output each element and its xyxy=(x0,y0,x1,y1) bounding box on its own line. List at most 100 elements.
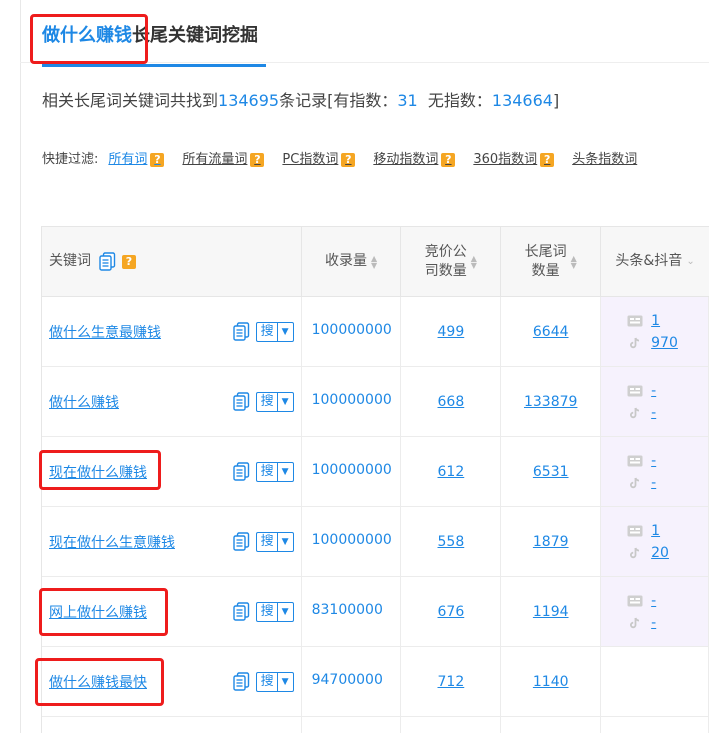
header-longtail-count[interactable]: 长尾词 数量 ▲ ▼ xyxy=(501,227,602,296)
filter-pc-index-words[interactable]: PC指数词? xyxy=(282,150,356,170)
keyword-cell: 现在做什么赚钱 搜 ▼ xyxy=(42,437,302,506)
longtail-count-link[interactable]: 1194 xyxy=(533,604,569,620)
bid-count-link[interactable]: 668 xyxy=(438,394,465,410)
indexed-count: 100000000 xyxy=(302,437,402,506)
douyin-index-value[interactable]: - xyxy=(651,475,656,491)
filter-label: 360指数词 xyxy=(473,152,538,167)
copy-icon[interactable] xyxy=(232,532,250,551)
bid-count-link[interactable]: 499 xyxy=(438,324,465,340)
filter-360-index-words[interactable]: 360指数词? xyxy=(473,150,555,170)
douyin-index-value[interactable]: - xyxy=(651,615,656,631)
keyword-cell xyxy=(42,717,302,733)
title-suffix: 长尾关键词挖掘 xyxy=(132,25,258,46)
toutiao-icon xyxy=(627,455,643,466)
copy-icon[interactable] xyxy=(232,462,250,481)
summary-total: 134695 xyxy=(218,91,280,110)
bid-cell: 712 xyxy=(401,647,502,716)
copy-icon[interactable] xyxy=(232,602,250,621)
table-body: 做什么生意最赚钱搜 ▼ 100000000 499 6644 1 970 做什么赚钱搜 ▼ 100… xyxy=(42,297,709,733)
bid-cell: 668 xyxy=(401,367,502,436)
longtail-count-link[interactable]: 6531 xyxy=(533,464,569,480)
keyword-link[interactable]: 做什么赚钱 xyxy=(49,392,119,412)
douyin-icon xyxy=(630,617,640,628)
keyword-link[interactable]: 现在做什么赚钱 xyxy=(49,462,147,482)
copy-icon[interactable] xyxy=(232,322,250,341)
table-header: 关键词 ? 收录量 ▲ ▼ 竞价公 司数量 ▲ ▼ 长尾词 数量 ▲ ▼ 头条&… xyxy=(42,227,709,297)
copy-icon[interactable] xyxy=(232,392,250,411)
toutiao-index-value[interactable]: - xyxy=(651,453,656,469)
header-keyword-label: 关键词 xyxy=(49,253,91,269)
filter-toutiao-index-words[interactable]: 头条指数词 xyxy=(572,150,637,170)
toutiao-index-value[interactable]: 1 xyxy=(651,523,660,539)
longtail-count-link[interactable]: 1140 xyxy=(533,674,569,690)
title-divider xyxy=(20,62,709,63)
longtail-count-link[interactable]: 6644 xyxy=(533,324,569,340)
help-icon[interactable]: ? xyxy=(441,153,456,167)
header-toutiao-douyin[interactable]: 头条&抖音 ⌄ xyxy=(601,227,709,296)
filter-traffic-words[interactable]: 所有流量词? xyxy=(182,150,265,170)
toutiao-index-value[interactable]: - xyxy=(651,383,656,399)
longtail-count-link[interactable]: 133879 xyxy=(524,394,577,410)
keyword-link[interactable]: 做什么赚钱最快 xyxy=(49,672,147,692)
toutiao-index-value[interactable]: - xyxy=(651,593,656,609)
help-icon[interactable]: ? xyxy=(150,153,165,167)
search-dropdown-button[interactable]: 搜 ▼ xyxy=(255,391,294,412)
help-icon[interactable]: ? xyxy=(341,153,356,167)
copy-icon[interactable] xyxy=(99,252,116,271)
header-longtail-label: 长尾词 数量 xyxy=(525,243,567,281)
help-icon[interactable]: ? xyxy=(250,153,265,167)
douyin-index: - xyxy=(627,475,656,491)
search-dropdown-button[interactable]: 搜 ▼ xyxy=(255,531,294,552)
indexed-count: 94700000 xyxy=(302,647,402,716)
indexed-count: 100000000 xyxy=(302,507,402,576)
keyword-tools: 搜 ▼ xyxy=(232,391,294,412)
douyin-index-value[interactable]: 20 xyxy=(651,545,669,561)
header-indexed-label: 收录量 xyxy=(324,253,367,269)
indexed-count: 83100000 xyxy=(302,577,402,646)
page-title-tab[interactable]: 做什么赚钱长尾关键词挖掘 xyxy=(42,22,266,67)
bid-count-link[interactable]: 612 xyxy=(438,464,465,480)
keyword-tools: 搜 ▼ xyxy=(232,531,294,552)
filter-all-words[interactable]: 所有词? xyxy=(108,150,165,170)
longtail-count-link[interactable]: 1879 xyxy=(533,534,569,550)
sort-icon[interactable]: ▲ ▼ xyxy=(571,254,577,269)
help-icon[interactable]: ? xyxy=(540,153,555,167)
filter-mobile-index-words[interactable]: 移动指数词? xyxy=(373,150,456,170)
search-dropdown-button[interactable]: 搜 ▼ xyxy=(255,461,294,482)
sort-icon[interactable]: ▲ ▼ xyxy=(471,254,477,269)
active-tab-underline xyxy=(42,64,266,67)
header-bid-companies[interactable]: 竞价公 司数量 ▲ ▼ xyxy=(401,227,502,296)
search-dropdown-button[interactable]: 搜 ▼ xyxy=(255,601,294,622)
indexed-cell xyxy=(302,717,402,733)
toutiao-index: - xyxy=(627,453,656,469)
bid-cell: 558 xyxy=(401,507,502,576)
douyin-index-value[interactable]: 970 xyxy=(651,335,678,351)
keyword-link[interactable]: 现在做什么生意赚钱 xyxy=(49,532,175,552)
help-icon[interactable]: ? xyxy=(122,254,136,269)
longtail-cell xyxy=(501,717,602,733)
toutiao-icon xyxy=(627,385,643,396)
platform-index-cell: -- xyxy=(601,577,709,646)
douyin-index: 20 xyxy=(627,545,669,561)
douyin-index-value[interactable]: - xyxy=(651,405,656,421)
keyword-link[interactable]: 网上做什么赚钱 xyxy=(49,602,147,622)
platform-index-cell: -- xyxy=(601,437,709,506)
bid-count-link[interactable]: 558 xyxy=(438,534,465,550)
bid-count-link[interactable]: 712 xyxy=(438,674,465,690)
header-indexed[interactable]: 收录量 ▲ ▼ xyxy=(302,227,402,296)
copy-icon[interactable] xyxy=(232,672,250,691)
sort-icon[interactable]: ▲ ▼ xyxy=(371,254,377,269)
bid-count-link[interactable]: 676 xyxy=(438,604,465,620)
longtail-cell: 1879 xyxy=(501,507,602,576)
keyword-cell: 做什么生意最赚钱 搜 ▼ xyxy=(42,297,302,366)
filter-label: 所有流量词 xyxy=(182,152,248,167)
chevron-down-icon[interactable]: ⌄ xyxy=(686,252,694,271)
search-dropdown-button[interactable]: 搜 ▼ xyxy=(255,321,294,342)
toutiao-index-value[interactable]: 1 xyxy=(651,313,660,329)
keyword-cell: 现在做什么生意赚钱 搜 ▼ xyxy=(42,507,302,576)
filter-label: PC指数词 xyxy=(282,152,339,167)
search-dropdown-button[interactable]: 搜 ▼ xyxy=(255,671,294,692)
keyword-link[interactable]: 做什么生意最赚钱 xyxy=(49,322,161,342)
summary-suffix: ] xyxy=(552,91,560,110)
summary-mid1: 条记录[有指数： xyxy=(279,91,398,110)
